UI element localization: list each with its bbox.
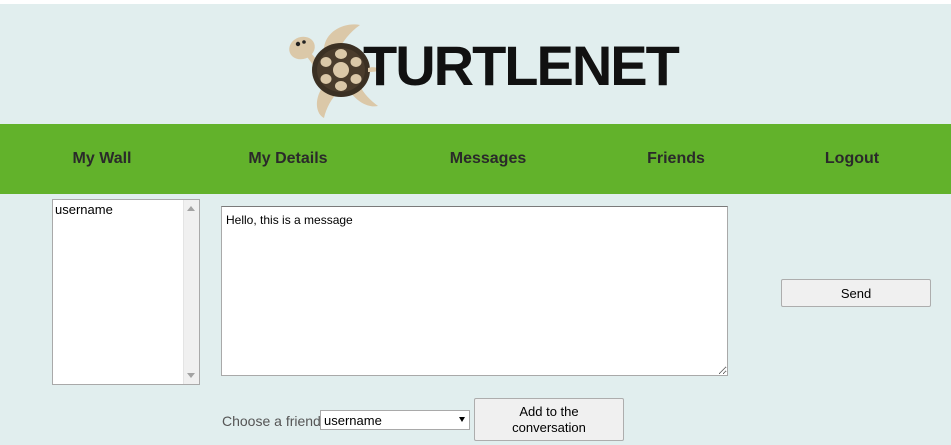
nav-logout[interactable]: Logout <box>784 124 920 194</box>
add-to-conversation-button[interactable]: Add to the conversation <box>474 398 624 441</box>
nav-friends[interactable]: Friends <box>608 124 744 194</box>
nav-messages[interactable]: Messages <box>420 124 556 194</box>
scroll-up-icon[interactable] <box>187 206 195 211</box>
nav-my-wall[interactable]: My Wall <box>34 124 170 194</box>
send-button[interactable]: Send <box>781 279 931 307</box>
participant-item[interactable]: username <box>55 202 113 217</box>
nav-my-details[interactable]: My Details <box>220 124 356 194</box>
friend-select[interactable]: username <box>320 410 470 430</box>
message-input[interactable]: Hello, this is a message <box>221 206 728 376</box>
participants-list[interactable]: username <box>52 199 200 385</box>
header: TURTLENET <box>0 4 951 124</box>
choose-friend-label: Choose a friend: <box>222 413 325 429</box>
nav-bar: My Wall My Details Messages Friends Logo… <box>0 124 951 194</box>
participants-scrollbar[interactable] <box>183 200 199 384</box>
friend-select-value: username <box>324 413 382 428</box>
scroll-down-icon[interactable] <box>187 373 195 378</box>
page: TURTLENET My Wall My Details Messages Fr… <box>0 4 951 445</box>
site-name: TURTLENET <box>363 34 680 97</box>
site-logo[interactable]: TURTLENET <box>286 22 680 122</box>
dropdown-arrow-icon <box>459 417 465 422</box>
